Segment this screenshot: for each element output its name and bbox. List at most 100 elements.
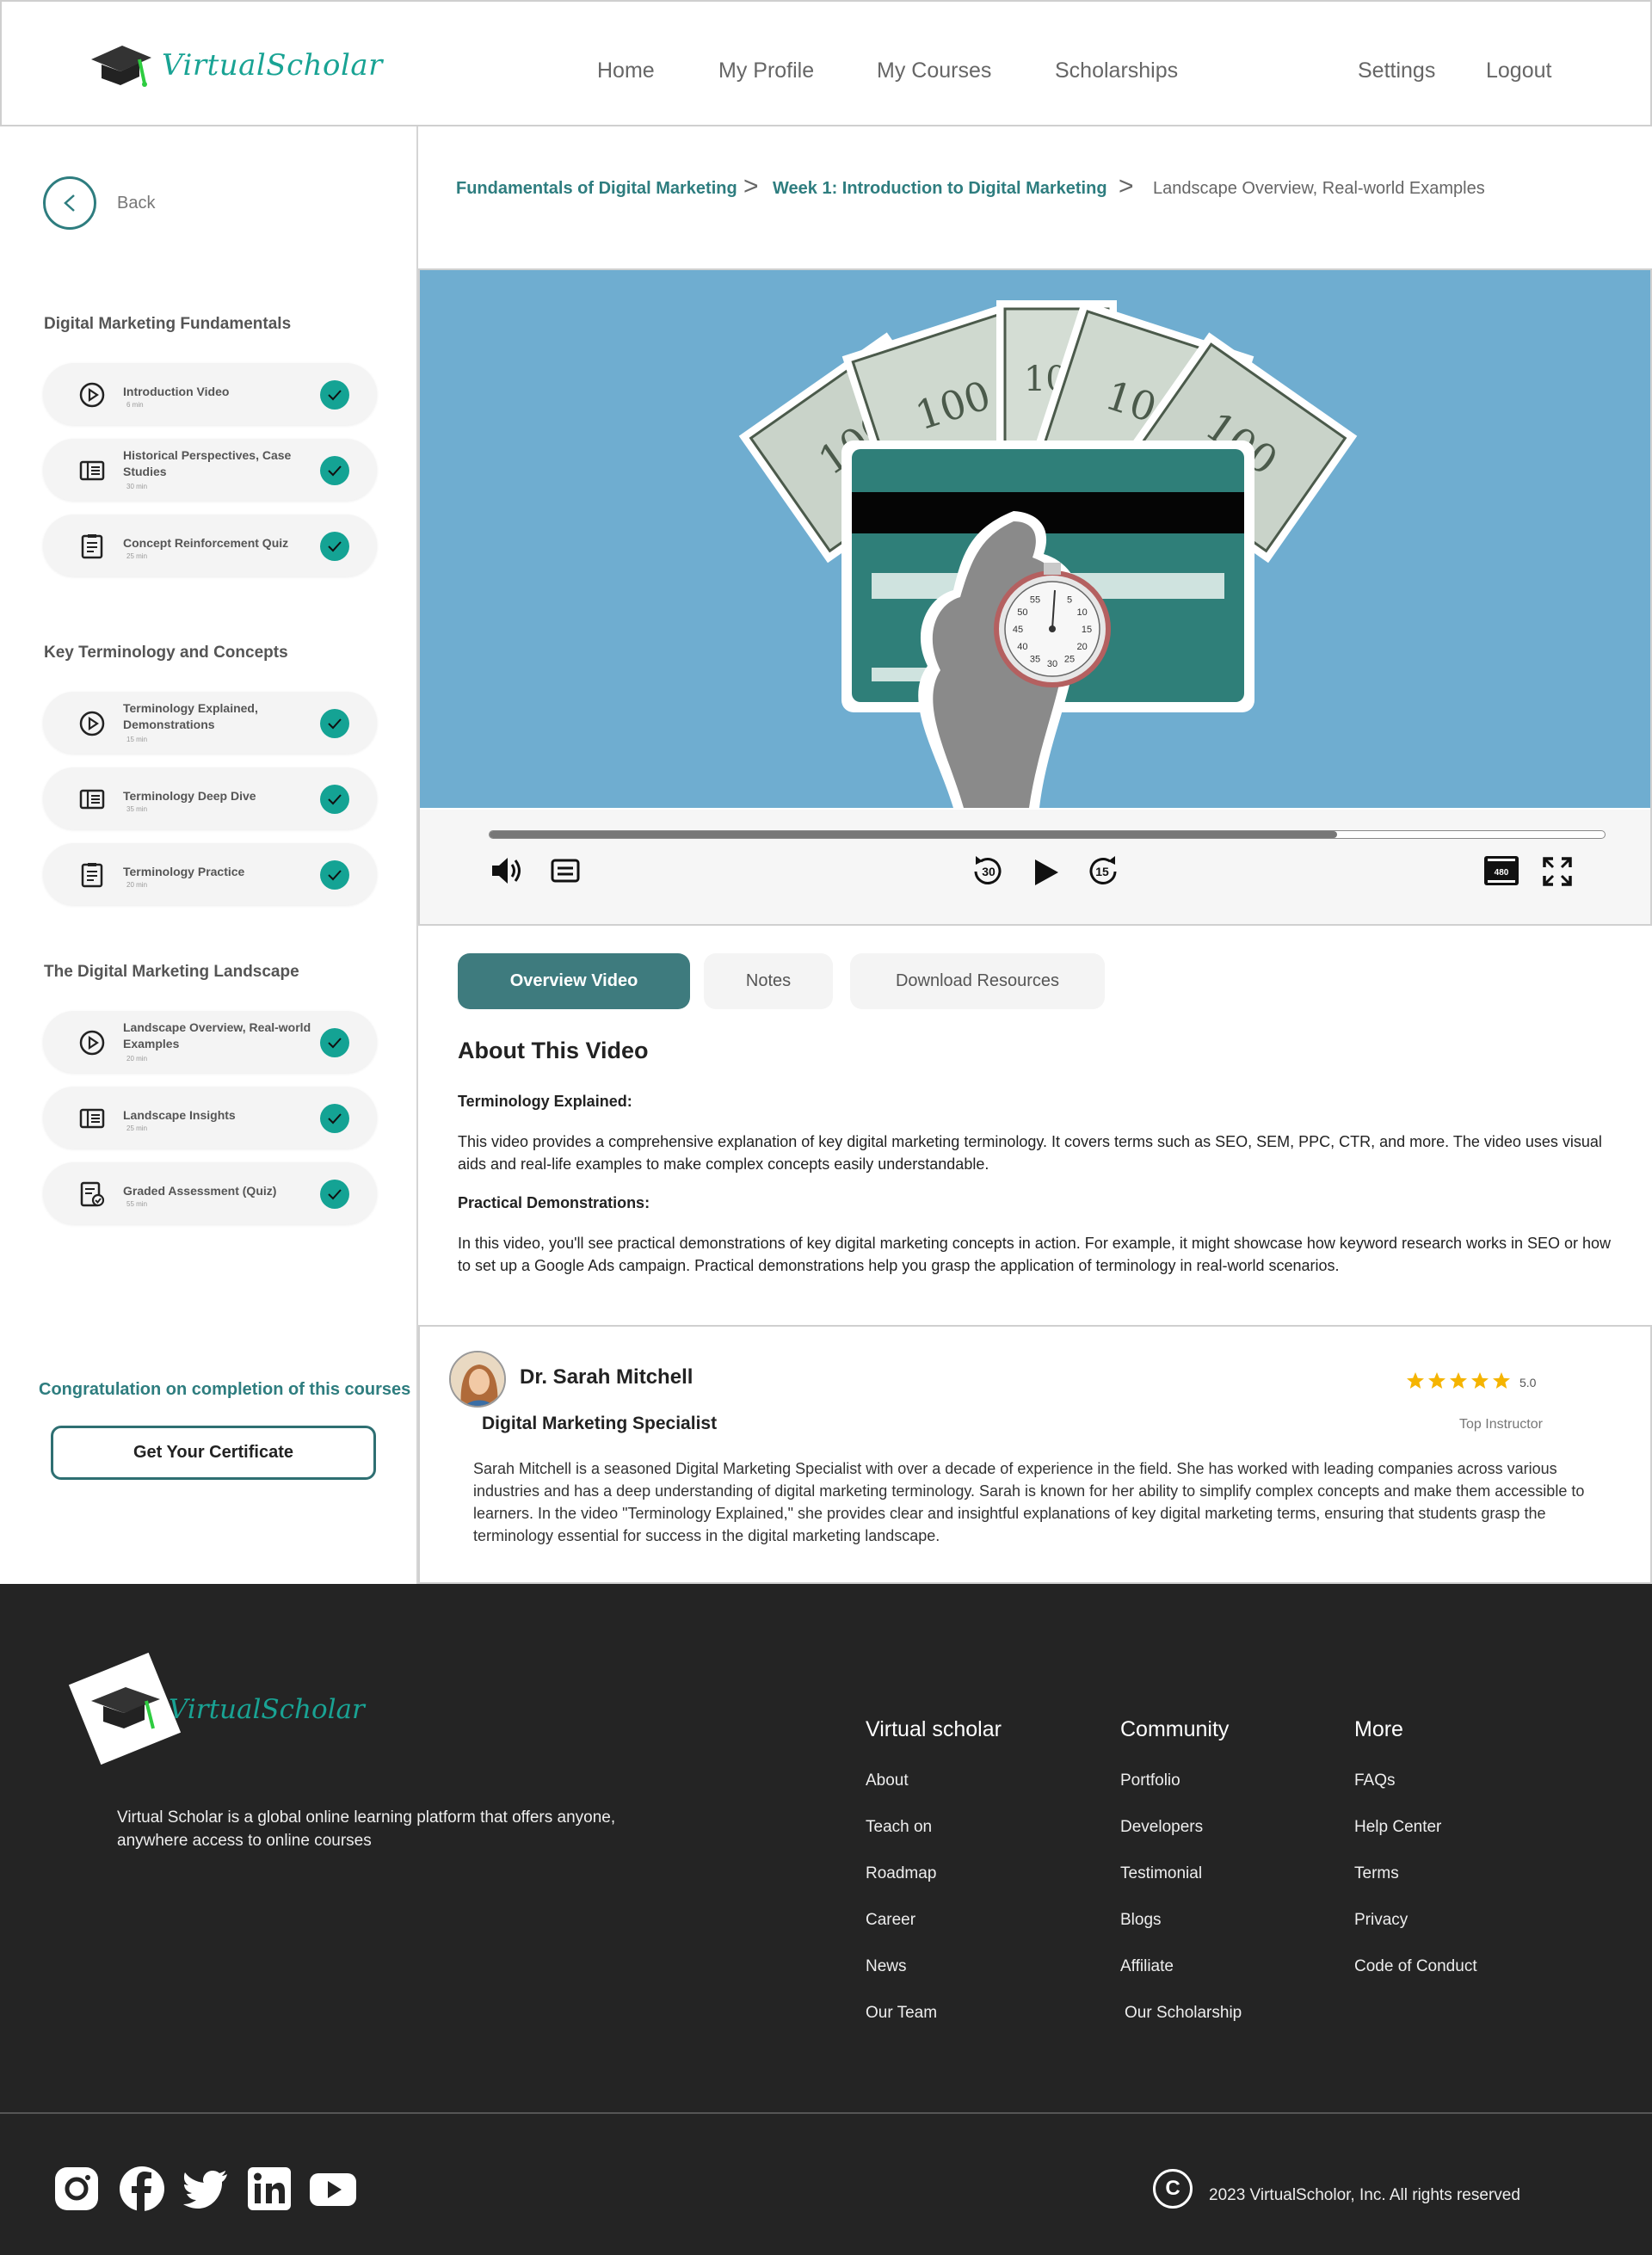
footer-link[interactable]: FAQs: [1354, 1771, 1396, 1790]
instagram-icon[interactable]: [53, 2166, 100, 2212]
tab-overview-video[interactable]: Overview Video: [458, 953, 690, 1009]
footer-link[interactable]: Terms: [1354, 1864, 1399, 1883]
lesson-duration: 35 min: [126, 805, 148, 813]
volume-icon[interactable]: [490, 854, 525, 887]
sidebar-lesson-item[interactable]: Introduction Video 6 min: [43, 363, 377, 425]
copyright-icon: C: [1153, 2169, 1193, 2209]
footer-link[interactable]: Privacy: [1354, 1911, 1408, 1930]
rating-stars: [1406, 1371, 1511, 1390]
completed-check-icon: [320, 860, 349, 890]
tab-notes[interactable]: Notes: [704, 953, 833, 1009]
video-player: 100 100 100 100 100: [418, 268, 1652, 926]
sidebar-section-title: Key Terminology and Concepts: [44, 644, 288, 662]
tab-download-resources[interactable]: Download Resources: [850, 953, 1105, 1009]
rating-value: 5.0: [1519, 1376, 1537, 1389]
stopwatch-number: 40: [1017, 642, 1027, 652]
lesson-duration: 20 min: [126, 881, 148, 889]
completed-check-icon: [320, 709, 349, 738]
instructor-photo: [451, 1352, 504, 1406]
sidebar-lesson-item[interactable]: Graded Assessment (Quiz) 55 min: [43, 1162, 377, 1224]
footer-link[interactable]: Our Scholarship: [1125, 2004, 1242, 2023]
footer-link[interactable]: Portfolio: [1120, 1771, 1180, 1790]
nav-logout[interactable]: Logout: [1486, 59, 1551, 83]
stopwatch-number: 5: [1067, 595, 1072, 605]
footer-link[interactable]: Code of Conduct: [1354, 1957, 1477, 1976]
footer-link[interactable]: Affiliate: [1120, 1957, 1174, 1976]
quality-icon[interactable]: 480: [1483, 855, 1519, 886]
footer-link[interactable]: Teach on: [866, 1818, 932, 1837]
fullscreen-icon[interactable]: [1542, 856, 1573, 887]
completed-check-icon: [320, 1104, 349, 1133]
footer-brand-name[interactable]: VirtualScholar: [169, 1694, 365, 1725]
stopwatch-number: 25: [1064, 655, 1075, 665]
play-icon[interactable]: [1032, 858, 1060, 887]
stopwatch-number: 50: [1017, 607, 1027, 618]
captions-icon[interactable]: [551, 858, 580, 884]
video-progress-bar[interactable]: [489, 830, 1606, 839]
instructor-bio: Sarah Mitchell is a seasoned Digital Mar…: [473, 1460, 1585, 1544]
footer-link[interactable]: Blogs: [1120, 1911, 1162, 1930]
breadcrumb-course[interactable]: Fundamentals of Digital Marketing: [456, 179, 737, 199]
svg-text:30: 30: [982, 865, 996, 878]
footer-link[interactable]: Testimonial: [1120, 1864, 1202, 1883]
play-circle-icon: [79, 382, 105, 408]
stopwatch-number: 55: [1030, 595, 1040, 605]
sidebar-lesson-item[interactable]: Terminology Practice 20 min: [43, 843, 377, 905]
completed-check-icon: [320, 785, 349, 814]
sidebar-lesson-item[interactable]: Landscape Overview, Real-world Examples 2…: [43, 1011, 377, 1073]
nav-home[interactable]: Home: [597, 59, 655, 83]
about-heading-terminology: Terminology Explained:: [458, 1093, 632, 1110]
instructor-card: Dr. Sarah Mitchell Digital Marketing Spe…: [418, 1325, 1652, 1584]
sidebar-lesson-item[interactable]: Terminology Deep Dive 35 min: [43, 767, 377, 829]
back-button[interactable]: [43, 176, 96, 230]
footer-link[interactable]: Help Center: [1354, 1818, 1441, 1837]
forward-15-icon[interactable]: 15: [1084, 853, 1122, 890]
lesson-title: Landscape Insights: [123, 1108, 236, 1122]
star-icon: [1428, 1372, 1446, 1389]
lesson-title: Graded Assessment (Quiz): [123, 1184, 277, 1198]
player-controls: 30 15 480: [420, 810, 1650, 924]
sidebar-section-title: Digital Marketing Fundamentals: [44, 315, 292, 333]
lesson-title: Introduction Video: [123, 385, 230, 398]
rewind-30-icon[interactable]: 30: [969, 853, 1007, 890]
video-screen[interactable]: 100 100 100 100 100: [420, 270, 1650, 808]
stopwatch-number: 35: [1030, 655, 1040, 665]
twitter-icon[interactable]: [182, 2166, 229, 2212]
youtube-icon[interactable]: [308, 2166, 358, 2212]
sidebar-lesson-item[interactable]: Terminology Explained, Demonstrations 15 …: [43, 692, 377, 754]
sidebar-lesson-item[interactable]: Historical Perspectives, Case Studies 30 …: [43, 439, 377, 501]
lesson-title: Landscape Overview, Real-world Examples: [123, 1020, 311, 1050]
star-icon: [1471, 1372, 1489, 1389]
footer-column-title: Virtual scholar: [866, 1717, 1002, 1741]
progress-fill: [490, 831, 1337, 838]
instructor-role: Digital Marketing Specialist: [482, 1414, 718, 1433]
footer-link[interactable]: News: [866, 1957, 907, 1976]
completed-check-icon: [320, 1180, 349, 1209]
sidebar-lesson-item[interactable]: Landscape Insights 25 min: [43, 1087, 377, 1149]
star-icon: [1407, 1372, 1424, 1389]
nav-settings[interactable]: Settings: [1358, 59, 1435, 83]
facebook-icon[interactable]: [119, 2166, 165, 2212]
avatar[interactable]: [449, 1351, 506, 1408]
quiz-icon: [81, 863, 103, 888]
copyright-text: 2023 VirtualScholor, Inc. All rights res…: [1209, 2186, 1520, 2204]
linkedin-icon[interactable]: [246, 2166, 293, 2212]
get-certificate-button[interactable]: Get Your Certificate: [51, 1426, 376, 1480]
nav-scholarships[interactable]: Scholarships: [1055, 59, 1178, 83]
nav-my-courses[interactable]: My Courses: [877, 59, 991, 83]
sidebar-lesson-item[interactable]: Concept Reinforcement Quiz 25 min: [43, 514, 377, 576]
footer-link[interactable]: Developers: [1120, 1818, 1203, 1837]
play-circle-icon: [79, 1030, 105, 1056]
lesson-duration: 55 min: [126, 1200, 148, 1208]
footer-link[interactable]: Career: [866, 1911, 915, 1930]
lesson-duration: 30 min: [126, 483, 148, 490]
footer-column-title: Community: [1120, 1717, 1230, 1741]
lesson-title: Historical Perspectives, Case Studies: [123, 448, 292, 478]
brand-logo[interactable]: VirtualScholar: [88, 40, 383, 90]
nav-my-profile[interactable]: My Profile: [718, 59, 814, 83]
graduation-cap-icon: [91, 1687, 160, 1729]
footer-link[interactable]: About: [866, 1771, 909, 1790]
breadcrumb-week[interactable]: Week 1: Introduction to Digital Marketin…: [773, 179, 1107, 199]
footer-link[interactable]: Roadmap: [866, 1864, 936, 1883]
footer-link[interactable]: Our Team: [866, 2004, 937, 2023]
